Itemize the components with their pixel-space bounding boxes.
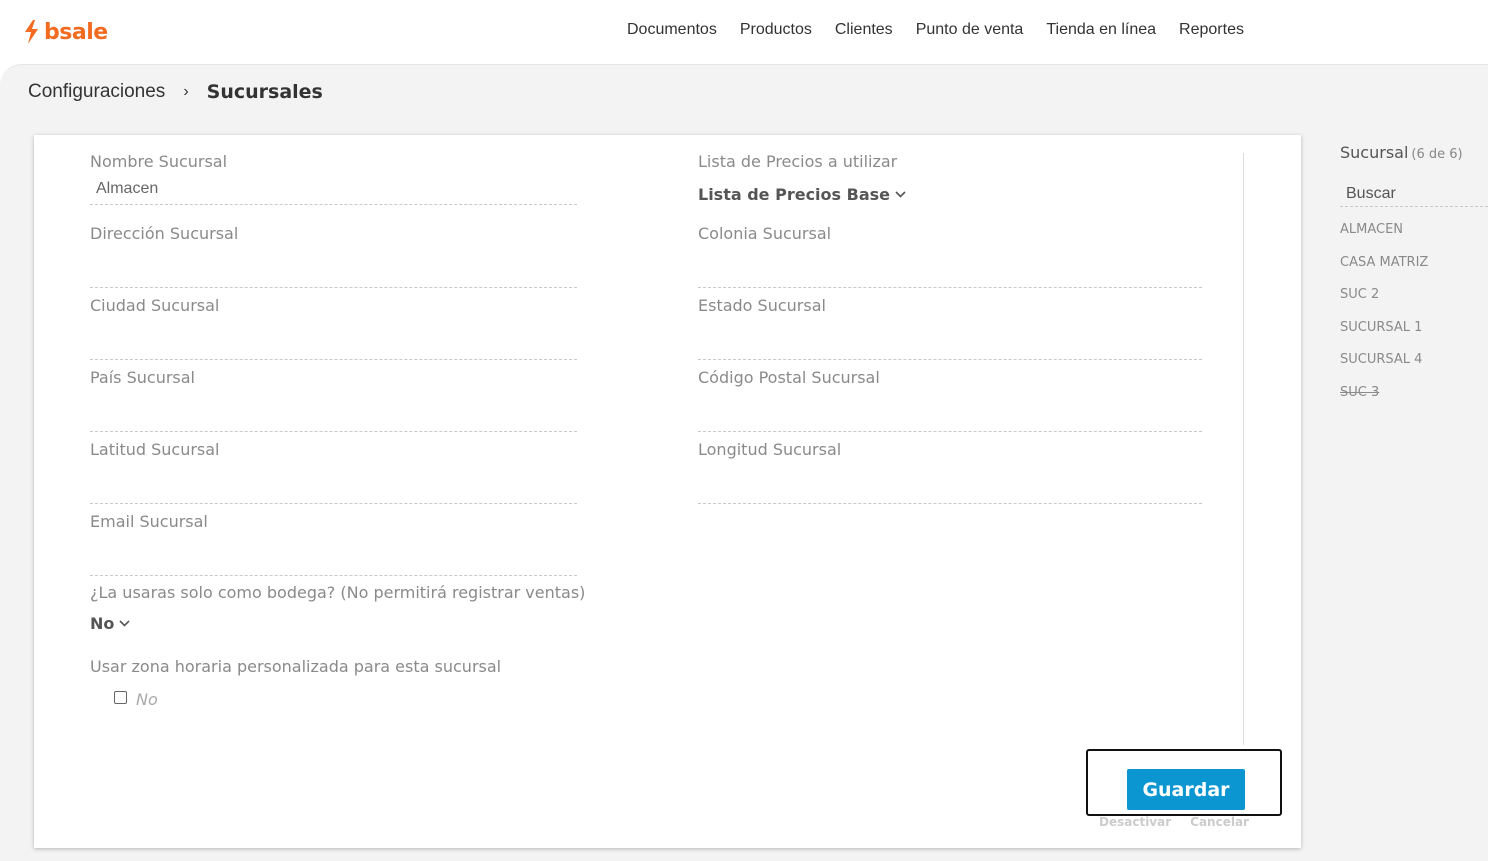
branch-list-header: Sucursal (6 de 6) [1340,143,1488,162]
zona-horaria-checkbox[interactable] [114,691,127,704]
checkbox-label: No [136,690,158,709]
bodega-value: No [90,614,115,633]
branch-list-title: Sucursal [1340,143,1409,162]
main-nav: Documentos Productos Clientes Punto de v… [627,21,1267,39]
field-zona-horaria: Usar zona horaria personalizada para est… [90,657,501,676]
column-divider [1243,153,1244,745]
field-nombre: Nombre Sucursal [90,152,577,205]
branch-list-panel: Sucursal(6 de 6) ALMACEN CASA MATRIZ SUC… [1340,143,1488,417]
estado-input[interactable] [698,328,1202,360]
field-direccion: Dirección Sucursal [90,224,577,288]
field-pais: País Sucursal [90,368,577,432]
branch-item-almacen[interactable]: ALMACEN [1340,221,1488,254]
field-label: Estado Sucursal [698,296,826,315]
brand-name: bsale [44,19,108,45]
breadcrumb: Configuraciones › Sucursales [28,81,323,103]
secondary-actions: Desactivar Cancelar [1099,815,1268,829]
page-content: Configuraciones › Sucursales Nombre Sucu… [0,64,1488,861]
field-email: Email Sucursal [90,512,577,576]
field-ciudad: Ciudad Sucursal [90,296,577,360]
bsale-bolt-icon [25,20,38,44]
field-label: Ciudad Sucursal [90,296,220,315]
lista-precios-value: Lista de Precios Base [698,185,890,204]
chevron-down-icon [119,620,130,627]
field-label: Lista de Precios a utilizar [698,152,898,171]
branch-item-sucursal-4[interactable]: SUCURSAL 4 [1340,351,1488,384]
field-label: País Sucursal [90,368,195,387]
field-bodega: ¿La usaras solo como bodega? (No permiti… [90,583,585,633]
cancel-link[interactable]: Cancelar [1190,815,1249,829]
branch-count: (6 de 6) [1411,147,1463,162]
field-codigo-postal: Código Postal Sucursal [698,368,1202,432]
pais-input[interactable] [90,400,577,432]
field-longitud: Longitud Sucursal [698,440,1202,504]
field-label: Usar zona horaria personalizada para est… [90,657,502,676]
branch-form-card: Nombre Sucursal Dirección Sucursal Ciuda… [34,135,1301,848]
field-label: Email Sucursal [90,512,208,531]
nav-punto-de-venta[interactable]: Punto de venta [916,21,1024,39]
bodega-select[interactable]: No [90,614,585,633]
nav-clientes[interactable]: Clientes [835,21,893,39]
brand-logo[interactable]: bsale [22,18,108,46]
nav-productos[interactable]: Productos [740,21,812,39]
longitud-input[interactable] [698,472,1202,504]
field-label: Latitud Sucursal [90,440,220,459]
field-label: Código Postal Sucursal [698,368,880,387]
colonia-input[interactable] [698,256,1202,288]
deactivate-link[interactable]: Desactivar [1099,815,1171,829]
chevron-down-icon [895,191,906,198]
top-navbar: bsale Documentos Productos Clientes Punt… [0,0,1488,64]
save-button-frame: Guardar [1086,749,1282,816]
field-latitud: Latitud Sucursal [90,440,577,504]
zona-horaria-checkbox-row[interactable]: No [114,686,158,709]
latitud-input[interactable] [90,472,577,504]
page-title: Sucursales [206,81,323,103]
email-input[interactable] [90,544,577,576]
branch-item-suc-2[interactable]: SUC 2 [1340,286,1488,319]
nombre-input[interactable] [90,173,577,205]
lista-precios-select[interactable]: Lista de Precios Base [698,185,906,204]
branch-item-suc-3-inactive[interactable]: SUC 3 [1340,384,1488,417]
field-label: Colonia Sucursal [698,224,832,243]
nav-reportes[interactable]: Reportes [1179,21,1244,39]
field-lista-precios: Lista de Precios a utilizar Lista de Pre… [698,152,906,204]
save-button[interactable]: Guardar [1127,769,1245,810]
direccion-input[interactable] [90,256,577,288]
nav-tienda-en-linea[interactable]: Tienda en línea [1046,21,1156,39]
codigo-postal-input[interactable] [698,400,1202,432]
field-colonia: Colonia Sucursal [698,224,1202,288]
ciudad-input[interactable] [90,328,577,360]
field-estado: Estado Sucursal [698,296,1202,360]
breadcrumb-parent[interactable]: Configuraciones [28,81,165,103]
branch-list: ALMACEN CASA MATRIZ SUC 2 SUCURSAL 1 SUC… [1340,221,1488,417]
field-label: Nombre Sucursal [90,152,228,171]
branch-item-casa-matriz[interactable]: CASA MATRIZ [1340,254,1488,287]
field-label: ¿La usaras solo como bodega? (No permiti… [90,583,586,602]
branch-item-sucursal-1[interactable]: SUCURSAL 1 [1340,319,1488,352]
field-label: Dirección Sucursal [90,224,239,243]
field-label: Longitud Sucursal [698,440,842,459]
nav-documentos[interactable]: Documentos [627,21,717,39]
breadcrumb-separator-icon: › [183,83,189,100]
search-input[interactable] [1340,181,1488,207]
